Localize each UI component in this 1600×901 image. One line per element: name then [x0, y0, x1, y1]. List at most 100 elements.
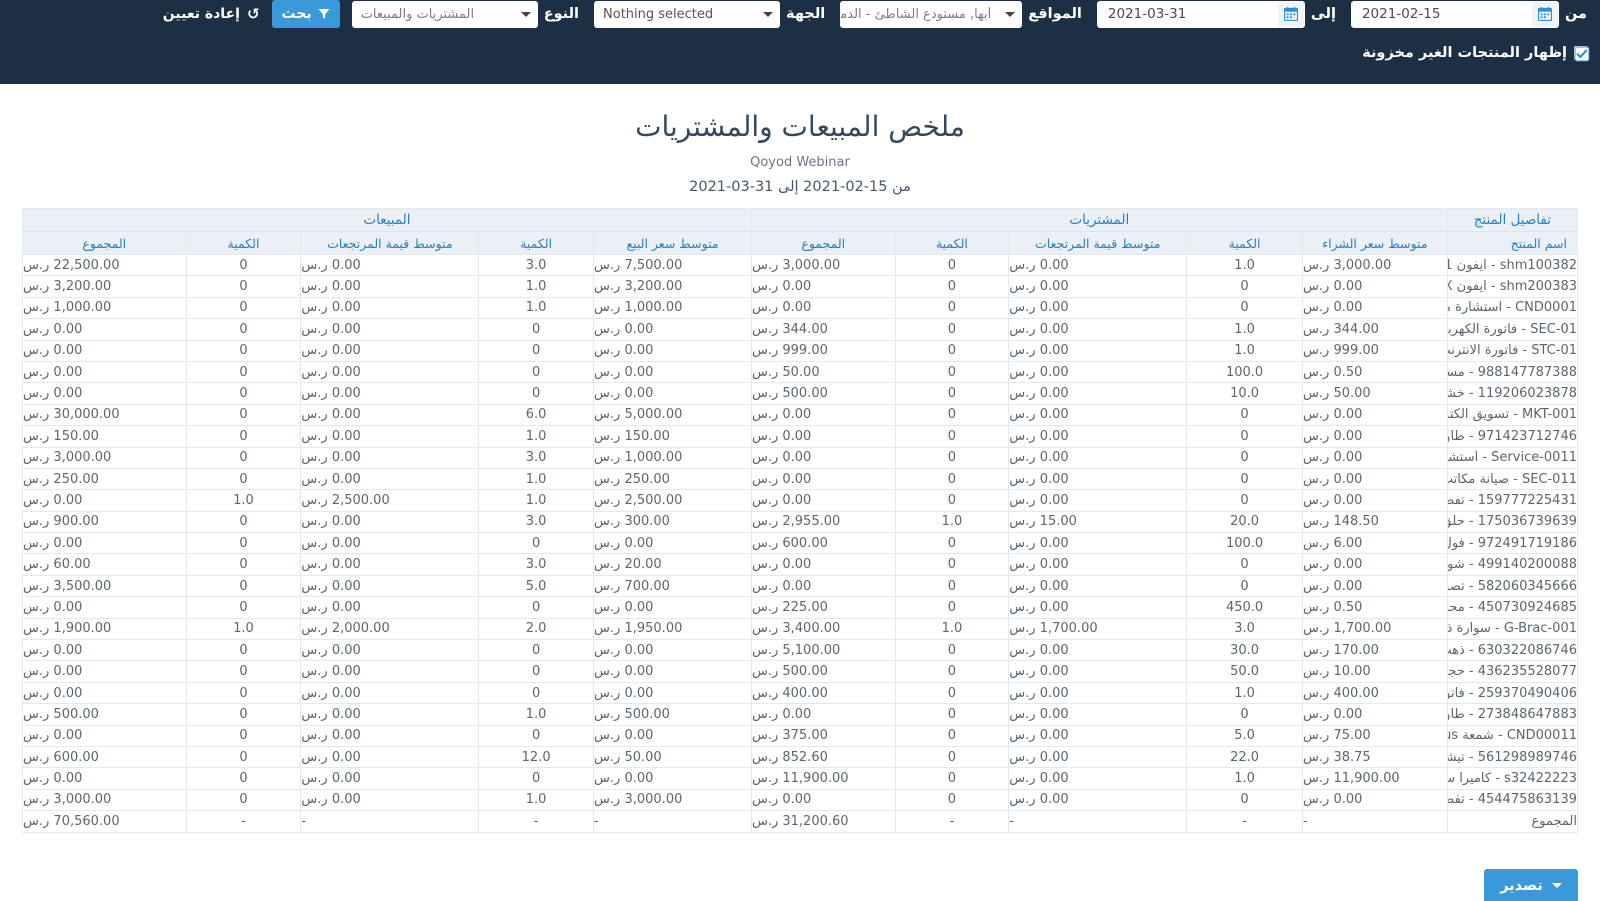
sales-avg-return-value-cell: 2,500.00 ر.س: [301, 490, 479, 511]
table-head: تفاصيل المنتج المشتريات المبيعات اسم الم…: [23, 209, 1578, 255]
chevron-down-icon: [757, 12, 779, 17]
product-name-cell: 175036739639 - حلق مع فص لولو: [1447, 511, 1577, 532]
product-name-cell: CND00011 - شمعة Cactus ثلاث فتلات: [1447, 725, 1577, 746]
sales-total-cell: 0.00 ر.س: [23, 319, 187, 340]
sales-return-qty-cell: 0: [186, 297, 301, 318]
col-purchases-avg-price[interactable]: متوسط سعر الشراء: [1303, 232, 1448, 255]
sales-avg-price-cell: 300.00 ر.س: [594, 511, 752, 532]
sales-avg-price-cell: 50.00 ر.س: [594, 746, 752, 767]
total-purchases-avg-price-cell: -: [1303, 811, 1448, 832]
purchases-avg-price-cell: 0.50 ر.س: [1303, 597, 1448, 618]
sales-total-cell: 0.00 ر.س: [23, 361, 187, 382]
purchases-avg-return-value-cell: 0.00 ر.س: [1009, 575, 1187, 596]
table-row: 561298989746 - تيشيرت قطن عضوي لون أسود …: [23, 746, 1578, 767]
purchases-qty-cell: 5.0: [1187, 725, 1303, 746]
locations-select[interactable]: أبها, مستودع الشاطئ - الدمام, ال: [840, 1, 1022, 28]
purchases-qty-cell: 10.0: [1187, 383, 1303, 404]
sales-total-cell: 150.00 ر.س: [23, 426, 187, 447]
search-button[interactable]: بحث: [272, 0, 340, 28]
purchases-return-qty-cell: 0: [895, 340, 1009, 361]
sales-total-cell: 1,900.00 ر.س: [23, 618, 187, 639]
sales-total-cell: 0.00 ر.س: [23, 768, 187, 789]
sales-return-qty-cell: 0: [186, 319, 301, 340]
sales-avg-return-value-cell: 0.00 ر.س: [301, 640, 479, 661]
purchases-avg-return-value-cell: 0.00 ر.س: [1009, 554, 1187, 575]
col-sales-return-qty[interactable]: الكمية: [186, 232, 301, 255]
sales-qty-cell: 0: [479, 319, 594, 340]
sales-return-qty-cell: 0: [186, 276, 301, 297]
sales-avg-return-value-cell: 0.00 ر.س: [301, 533, 479, 554]
purchases-total-cell: 0.00 ر.س: [751, 575, 895, 596]
show-unstocked-label: إظهار المنتجات الغير مخزونة: [1362, 45, 1567, 61]
sales-avg-return-value-cell: 0.00 ر.س: [301, 468, 479, 489]
sales-avg-price-cell: 0.00 ر.س: [594, 725, 752, 746]
purchases-avg-price-cell: 0.00 ر.س: [1303, 297, 1448, 318]
from-date-input[interactable]: 2021-02-15: [1351, 1, 1559, 28]
sales-avg-return-value-cell: 0.00 ر.س: [301, 704, 479, 725]
product-name-cell: Service-0011 - استشارة عقود: [1447, 447, 1577, 468]
total-product-name-cell: المجموع: [1447, 811, 1577, 832]
purchases-total-cell: 0.00 ر.س: [751, 426, 895, 447]
col-purchases-qty[interactable]: الكمية: [1187, 232, 1303, 255]
purchases-return-qty-cell: 0: [895, 426, 1009, 447]
sales-avg-price-cell: 1,950.00 ر.س: [594, 618, 752, 639]
sales-avg-price-cell: 0.00 ر.س: [594, 768, 752, 789]
purchases-qty-cell: 50.0: [1187, 661, 1303, 682]
purchases-total-cell: 0.00 ر.س: [751, 490, 895, 511]
sales-qty-cell: 0: [479, 725, 594, 746]
purchases-avg-return-value-cell: 0.00 ر.س: [1009, 340, 1187, 361]
sales-qty-cell: 1.0: [479, 704, 594, 725]
refresh-icon: ↻: [247, 5, 260, 23]
purchases-qty-cell: 3.0: [1187, 618, 1303, 639]
reset-button[interactable]: ↻ إعادة تعيين: [151, 0, 272, 28]
col-sales-avg-return-value[interactable]: متوسط قيمة المرتجعات: [301, 232, 479, 255]
col-purchases-return-qty[interactable]: الكمية: [895, 232, 1009, 255]
to-date-input[interactable]: 2021-03-31: [1097, 1, 1305, 28]
total-sales-avg-return-value-cell: -: [301, 811, 479, 832]
sales-total-cell: 3,000.00 ر.س: [23, 447, 187, 468]
purchases-qty-cell: 22.0: [1187, 746, 1303, 767]
purchases-avg-price-cell: 170.00 ر.س: [1303, 640, 1448, 661]
show-unstocked-checkbox[interactable]: [1574, 46, 1588, 60]
purchases-return-qty-cell: 0: [895, 704, 1009, 725]
product-name-cell: G-Brac-001 - سوارة ذهب عيار 21: [1447, 618, 1577, 639]
purchases-total-cell: 500.00 ر.س: [751, 661, 895, 682]
sales-total-cell: 0.00 ر.س: [23, 597, 187, 618]
table-row: 273848647883 - طاولة خشب بلون ذهبي0.00 ر…: [23, 704, 1578, 725]
sales-return-qty-cell: 0: [186, 725, 301, 746]
filter-group-from: من 2021-02-15: [1351, 0, 1594, 28]
purchases-total-cell: 3,000.00 ر.س: [751, 255, 895, 276]
sales-avg-price-cell: 1,000.00 ر.س: [594, 297, 752, 318]
purchases-avg-return-value-cell: 0.00 ر.س: [1009, 768, 1187, 789]
sales-qty-cell: 0: [479, 340, 594, 361]
col-sales-avg-price[interactable]: متوسط سعر البيع: [594, 232, 752, 255]
product-name-cell: CND0001 - استشارة منتجات: [1447, 297, 1577, 318]
sales-return-qty-cell: 0: [186, 746, 301, 767]
sales-return-qty-cell: 0: [186, 640, 301, 661]
purchases-avg-return-value-cell: 0.00 ر.س: [1009, 297, 1187, 318]
col-purchases-avg-return-value[interactable]: متوسط قيمة المرتجعات: [1009, 232, 1187, 255]
col-sales-qty[interactable]: الكمية: [479, 232, 594, 255]
sales-avg-return-value-cell: 0.00 ر.س: [301, 511, 479, 532]
sales-qty-cell: 0: [479, 533, 594, 554]
col-sales-total[interactable]: المجموع: [23, 232, 187, 255]
search-button-label: بحث: [282, 6, 312, 22]
type-select[interactable]: المشتريات والمبيعات: [352, 1, 538, 28]
sales-total-cell: 0.00 ر.س: [23, 383, 187, 404]
party-select[interactable]: Nothing selected: [594, 1, 780, 28]
purchases-qty-cell: 0: [1187, 426, 1303, 447]
export-button-label: تصدير: [1500, 878, 1543, 894]
purchases-avg-price-cell: 999.00 ر.س: [1303, 340, 1448, 361]
purchases-avg-price-cell: 50.00 ر.س: [1303, 383, 1448, 404]
export-button[interactable]: تصدير: [1484, 869, 1578, 901]
sales-avg-price-cell: 250.00 ر.س: [594, 468, 752, 489]
col-product-name[interactable]: اسم المنتج: [1447, 232, 1577, 255]
sales-avg-return-value-cell: 0.00 ر.س: [301, 768, 479, 789]
sales-avg-return-value-cell: 0.00 ر.س: [301, 554, 479, 575]
purchases-return-qty-cell: 0: [895, 768, 1009, 789]
col-purchases-total[interactable]: المجموع: [751, 232, 895, 255]
purchases-qty-cell: 0: [1187, 575, 1303, 596]
purchases-total-cell: 0.00 ر.س: [751, 297, 895, 318]
purchases-avg-price-cell: 344.00 ر.س: [1303, 319, 1448, 340]
page-title: ملخص المبيعات والمشتريات: [0, 84, 1600, 143]
